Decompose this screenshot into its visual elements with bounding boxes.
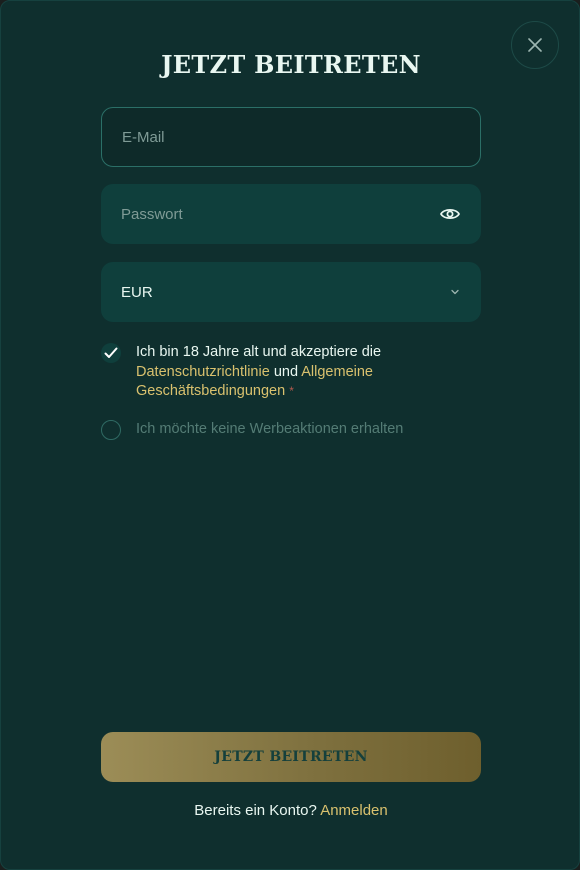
email-input[interactable] <box>122 128 460 146</box>
privacy-policy-link[interactable]: Datenschutzrichtlinie <box>136 364 270 380</box>
modal-title: JETZT BEITRETEN <box>161 50 421 79</box>
terms-text-part-2: und <box>269 363 302 380</box>
eye-icon <box>440 208 460 220</box>
checkmark-icon <box>104 347 118 358</box>
currency-value: EUR <box>121 283 153 301</box>
chevron-down-icon <box>449 286 461 298</box>
join-now-button[interactable]: JETZT BEITRETEN <box>101 732 481 782</box>
promotions-opt-out-row: Ich möchte keine Werbeaktionen erhalten <box>101 420 481 440</box>
login-link[interactable]: Anmelden <box>320 802 388 819</box>
terms-checkbox[interactable] <box>101 343 121 363</box>
terms-text: Ich bin 18 Jahre alt und akzeptiere die … <box>136 343 481 402</box>
signup-modal: JETZT BEITRETEN EUR Ich bin 18 Jahre alt… <box>0 0 580 870</box>
password-input[interactable] <box>121 205 439 223</box>
login-prompt: Bereits ein Konto? Anmelden <box>1 802 579 819</box>
show-password-button[interactable] <box>439 203 461 225</box>
password-field[interactable] <box>101 184 481 244</box>
promotions-label: Ich möchte keine Werbeaktionen erhalten <box>136 421 404 437</box>
required-marker: * <box>289 384 294 398</box>
promotions-checkbox[interactable] <box>101 420 121 440</box>
login-question: Bereits ein Konto? <box>194 802 317 819</box>
email-field[interactable] <box>101 107 481 167</box>
currency-select[interactable]: EUR <box>101 262 481 322</box>
terms-consent-row: Ich bin 18 Jahre alt und akzeptiere die … <box>101 343 481 402</box>
terms-text-part-1: Ich bin 18 Jahre alt und akzeptiere die <box>136 344 382 360</box>
